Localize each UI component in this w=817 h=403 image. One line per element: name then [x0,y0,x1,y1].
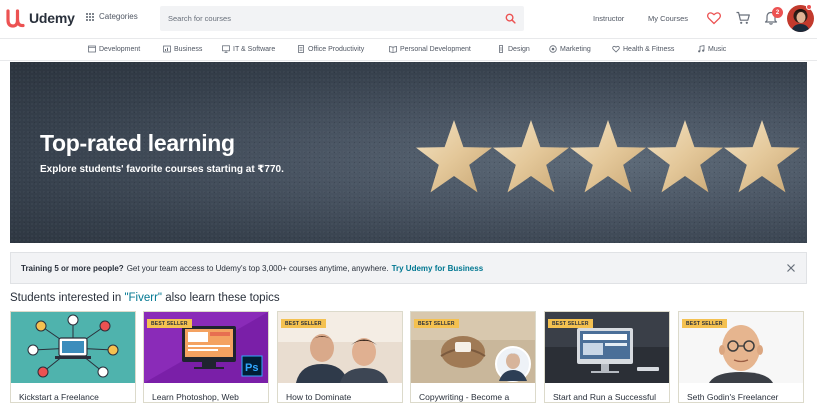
subnav-item-design[interactable]: Design [497,45,530,53]
banner-lead: Training 5 or more people? [21,263,124,273]
document-icon [298,45,304,53]
star-icon [647,120,723,193]
grid-icon [86,12,94,21]
course-card[interactable]: BEST SELLER Seth Godin's Freelancer [678,311,804,403]
star-icon [570,120,646,193]
bestseller-badge: BEST SELLER [414,319,459,328]
course-title: Seth Godin's Freelancer [687,392,779,402]
instructor-link[interactable]: Instructor [593,14,624,23]
course-thumbnail [11,312,135,383]
udemy-business-link[interactable]: Try Udemy for Business [392,264,484,273]
subnav-label: Development [99,45,141,53]
megaphone-icon [549,45,557,53]
course-card[interactable]: BEST SELLER Copywriting - Become a [410,311,536,403]
subnav-label: Office Productivity [308,45,365,53]
categories-label: Categories [99,12,138,21]
category-subnav: Development Business IT & Software Offic… [0,38,817,61]
avatar-status-dot [806,4,812,10]
bestseller-badge: BEST SELLER [147,319,192,328]
notification-count-badge: 2 [772,7,783,18]
section-title-suffix: also learn these topics [162,292,280,304]
categories-menu[interactable]: Categories [86,12,138,21]
music-icon [698,45,705,53]
rating-stars-image [416,120,800,193]
course-card[interactable]: BEST SELLER How to Dominate [277,311,403,403]
subnav-item-development[interactable]: Development [88,45,140,53]
subnav-label: Music [708,45,727,53]
search-icon[interactable] [505,13,516,24]
star-icon [724,120,800,193]
udemy-logo[interactable]: Udemy [4,8,75,28]
course-title: Copywriting - Become a [419,392,510,402]
subnav-label: Design [508,45,530,53]
subnav-item-it-software[interactable]: IT & Software [222,45,275,53]
hero-title: Top-rated learning [40,130,235,156]
bestseller-badge: BEST SELLER [548,319,593,328]
section-title: Students interested in "Fiverr" also lea… [10,292,280,304]
course-card[interactable]: BEST SELLER Start and Run a Successful [544,311,670,403]
subnav-item-marketing[interactable]: Marketing [549,45,591,53]
cart-icon[interactable] [735,10,751,26]
subnav-label: Health & Fitness [623,45,675,53]
course-carousel: Kickstart a Freelance Ps BEST SELLER Lea… [10,311,807,403]
subnav-item-personal-development[interactable]: Personal Development [389,45,471,53]
section-title-prefix: Students interested in [10,292,125,304]
logo-text: Udemy [29,10,75,26]
subnav-item-music[interactable]: Music [697,45,726,53]
bestseller-badge: BEST SELLER [281,319,326,328]
hero-subtitle: Explore students' favorite courses start… [40,164,284,175]
top-header: Udemy Categories Instructor My Courses 2 [0,0,817,38]
star-icon [416,120,492,193]
banner-text: Get your team access to Udemy's top 3,00… [126,263,389,273]
close-icon[interactable] [786,263,796,273]
monitor-icon [222,45,230,53]
subnav-label: Business [174,45,203,53]
section-title-keyword[interactable]: "Fiverr" [124,292,162,304]
subnav-item-office-productivity[interactable]: Office Productivity [297,45,364,53]
search-input[interactable] [160,14,480,23]
course-card[interactable]: Ps BEST SELLER Learn Photoshop, Web [143,311,269,403]
my-courses-link[interactable]: My Courses [648,14,688,23]
hero-banner[interactable]: Top-rated learning Explore students' fav… [10,62,807,243]
course-title: Kickstart a Freelance [19,392,99,402]
subnav-item-business[interactable]: Business [163,45,202,53]
subnav-label: Personal Development [400,45,471,53]
chart-icon [163,45,171,53]
star-icon [493,120,569,193]
subnav-label: Marketing [560,45,591,53]
bestseller-badge: BEST SELLER [682,319,727,328]
svg-text:Ps: Ps [245,362,258,374]
udemy-logo-icon [6,9,25,28]
pen-icon [499,45,503,53]
wishlist-heart-icon[interactable] [706,10,722,26]
subnav-label: IT & Software [233,45,276,53]
course-title: How to Dominate [286,392,352,402]
search-bar [160,6,524,31]
course-title: Start and Run a Successful [553,392,657,402]
subnav-item-health-fitness[interactable]: Health & Fitness [612,45,674,53]
code-icon [88,45,96,53]
book-icon [389,46,397,53]
heart-icon [612,45,620,53]
business-banner: Training 5 or more people? Get your team… [10,252,807,284]
course-card[interactable]: Kickstart a Freelance [10,311,136,403]
course-title: Learn Photoshop, Web [152,392,239,402]
